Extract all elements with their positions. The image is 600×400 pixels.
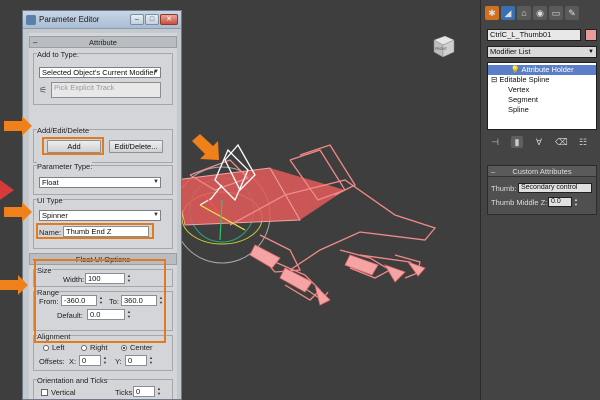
stack-item-editable-spline[interactable]: ⊟ Editable Spline: [488, 75, 596, 85]
align-center-label: Center: [130, 343, 153, 352]
light-bulb-icon: 💡: [510, 65, 520, 74]
ui-type-label: UI Type: [37, 196, 63, 205]
show-end-result-icon[interactable]: ▮: [511, 136, 523, 148]
expand-icon: ⊟: [491, 75, 498, 84]
parameter-type-dropdown[interactable]: Float ▼: [39, 177, 161, 188]
pin-stack-icon[interactable]: ⊣: [489, 136, 501, 148]
ui-type-dropdown[interactable]: Spinner ▼: [39, 210, 161, 221]
display-icon[interactable]: ▭: [549, 6, 563, 20]
hierarchy-icon[interactable]: ⌂: [517, 6, 531, 20]
thumb-middle-z-field[interactable]: 0.0: [548, 197, 572, 207]
stack-item-attribute-holder[interactable]: 💡 Attribute Holder: [488, 65, 596, 75]
stack-item-segment[interactable]: Segment: [488, 95, 596, 105]
offset-x-field[interactable]: 0: [79, 355, 101, 366]
parameter-editor-dialog: Parameter Editor – □ ✕ – Attribute Add t…: [22, 10, 182, 400]
align-left-radio[interactable]: [43, 345, 49, 351]
ticks-field[interactable]: 0: [133, 386, 155, 397]
thumb-field[interactable]: Secondary control: [518, 183, 592, 193]
vertical-label: Vertical: [51, 388, 76, 397]
thumb-middle-z-spinner-icon[interactable]: ▲ ▼: [573, 197, 579, 208]
stack-item-vertex[interactable]: Vertex: [488, 85, 596, 95]
dialog-titlebar[interactable]: Parameter Editor – □ ✕: [23, 11, 181, 29]
configure-sets-icon[interactable]: ☷: [577, 136, 589, 148]
annotation-arrow-viewport: [192, 134, 219, 160]
modifier-list-dropdown[interactable]: Modifier List ▼: [487, 46, 597, 58]
motion-icon[interactable]: ◉: [533, 6, 547, 20]
minimize-icon[interactable]: –: [130, 14, 144, 25]
align-left-label: Left: [52, 343, 65, 352]
offsets-label: Offsets:: [39, 357, 65, 366]
align-right-radio[interactable]: [81, 345, 87, 351]
create-icon[interactable]: ✱: [485, 6, 499, 20]
add-to-type-value: Selected Object's Current Modifier: [42, 68, 156, 77]
maximize-icon[interactable]: □: [145, 14, 159, 25]
ticks-label: Ticks:: [115, 388, 135, 397]
custom-attributes-rollout: – Custom Attributes Thumb: Secondary con…: [487, 165, 597, 215]
offset-y-spinner-icon[interactable]: ▲ ▼: [148, 355, 154, 366]
track-icon: ⚟: [39, 85, 48, 95]
chevron-down-icon: ▼: [153, 179, 159, 185]
highlight-name-field: [36, 223, 154, 239]
make-unique-icon[interactable]: ∀: [533, 136, 545, 148]
offset-x-spinner-icon[interactable]: ▲ ▼: [102, 355, 108, 366]
add-to-type-label: Add to Type:: [37, 50, 79, 59]
pick-explicit-track-field[interactable]: Pick Explicit Track: [51, 82, 161, 98]
custom-attributes-title: Custom Attributes: [512, 167, 572, 176]
stack-tools: ⊣ ▮ ∀ ⌫ ☷: [489, 136, 599, 148]
object-name-field[interactable]: CtrlC_L_Thumb01: [487, 29, 581, 41]
command-panel-tabs: ✱ ◢ ⌂ ◉ ▭ ✎: [485, 6, 581, 22]
add-to-type-dropdown[interactable]: Selected Object's Current Modifier ▼: [39, 67, 161, 78]
stack-item-label: Vertex: [508, 85, 530, 94]
collapse-icon: –: [491, 167, 496, 176]
dialog-title: Parameter Editor: [39, 15, 100, 24]
align-center-radio[interactable]: [121, 345, 127, 351]
attribute-rollout-title: Attribute: [89, 38, 117, 47]
vertical-checkbox[interactable]: [41, 389, 48, 396]
stack-item-spline[interactable]: Spline: [488, 105, 596, 115]
ui-type-value: Spinner: [42, 211, 68, 220]
chevron-down-icon: ▼: [588, 49, 594, 55]
offset-y-label: Y:: [115, 357, 122, 366]
align-right-label: Right: [90, 343, 108, 352]
highlight-float-options: [34, 259, 166, 343]
annotation-arrows-left: [0, 116, 32, 295]
modifier-stack: 💡 Attribute Holder ⊟ Editable Spline Ver…: [487, 62, 597, 130]
stack-item-label: Segment: [508, 95, 539, 104]
arrow-to-name: [4, 202, 32, 222]
add-edit-delete-label: Add/Edit/Delete: [37, 126, 90, 135]
object-color-swatch[interactable]: [585, 29, 597, 41]
viewcube-label: FRONT: [435, 47, 448, 51]
utilities-icon[interactable]: ✎: [565, 6, 579, 20]
chevron-down-icon: ▼: [153, 212, 159, 218]
highlight-add-button: [42, 137, 104, 155]
stack-item-label: Attribute Holder: [521, 65, 574, 74]
stack-item-label: Editable Spline: [499, 75, 550, 84]
parameter-type-label: Parameter Type:: [37, 162, 93, 171]
custom-attributes-header[interactable]: – Custom Attributes: [488, 166, 596, 177]
thumb-label: Thumb:: [491, 184, 517, 193]
stack-item-label: Spline: [508, 105, 529, 114]
chevron-down-icon: ▼: [153, 69, 159, 75]
arrow-to-add: [4, 116, 32, 136]
close-icon[interactable]: ✕: [160, 14, 178, 25]
red-arrow-stub: [0, 184, 10, 196]
parameter-type-value: Float: [42, 178, 59, 187]
arrow-to-range: [0, 275, 28, 295]
modify-icon[interactable]: ◢: [501, 6, 515, 20]
thumb-middle-z-label: Thumb Middle Z:: [491, 198, 548, 207]
offset-y-field[interactable]: 0: [125, 355, 147, 366]
remove-modifier-icon[interactable]: ⌫: [555, 136, 568, 148]
modifier-list-label: Modifier List: [490, 47, 531, 56]
offset-x-label: X:: [69, 357, 77, 366]
ticks-spinner-icon[interactable]: ▲ ▼: [156, 386, 162, 397]
orientation-label: Orientation and Ticks: [37, 376, 108, 385]
edit-delete-button[interactable]: Edit/Delete...: [109, 140, 163, 153]
attribute-rollout-header[interactable]: – Attribute: [29, 36, 177, 48]
command-panel: ✱ ◢ ⌂ ◉ ▭ ✎ CtrlC_L_Thumb01 Modifier Lis…: [480, 0, 600, 400]
viewcube[interactable]: FRONT: [428, 30, 458, 60]
dialog-body: – Attribute Add to Type: Selected Object…: [29, 33, 177, 399]
